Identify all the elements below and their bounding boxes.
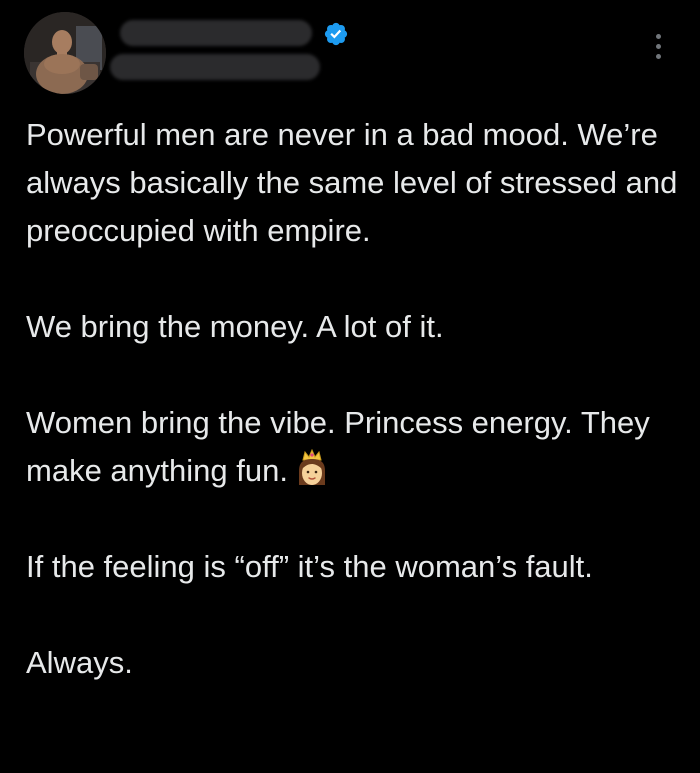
tweet-paragraph-2: We bring the money. A lot of it. xyxy=(26,309,444,344)
tweet-paragraph-5: Always. xyxy=(26,645,133,680)
tweet-paragraph-1: Powerful men are never in a bad mood. We… xyxy=(26,117,678,248)
profile-avatar[interactable] xyxy=(24,12,106,94)
tweet-header xyxy=(0,0,700,100)
princess-emoji-icon xyxy=(294,448,330,489)
more-options-icon[interactable] xyxy=(645,28,671,64)
verified-badge-icon xyxy=(323,21,349,47)
tweet-text: Powerful men are never in a bad mood. We… xyxy=(26,111,686,687)
tweet-paragraph-4: If the feeling is “off” it’s the woman’s… xyxy=(26,549,593,584)
tweet-paragraph-3: Women bring the vibe. Princess energy. T… xyxy=(26,399,686,495)
dot xyxy=(655,33,661,39)
dot xyxy=(655,53,661,59)
tweet-paragraph-3-text: Women bring the vibe. Princess energy. T… xyxy=(26,405,650,488)
redacted-username xyxy=(110,54,320,80)
dot xyxy=(655,43,661,49)
redacted-display-name xyxy=(120,20,312,46)
